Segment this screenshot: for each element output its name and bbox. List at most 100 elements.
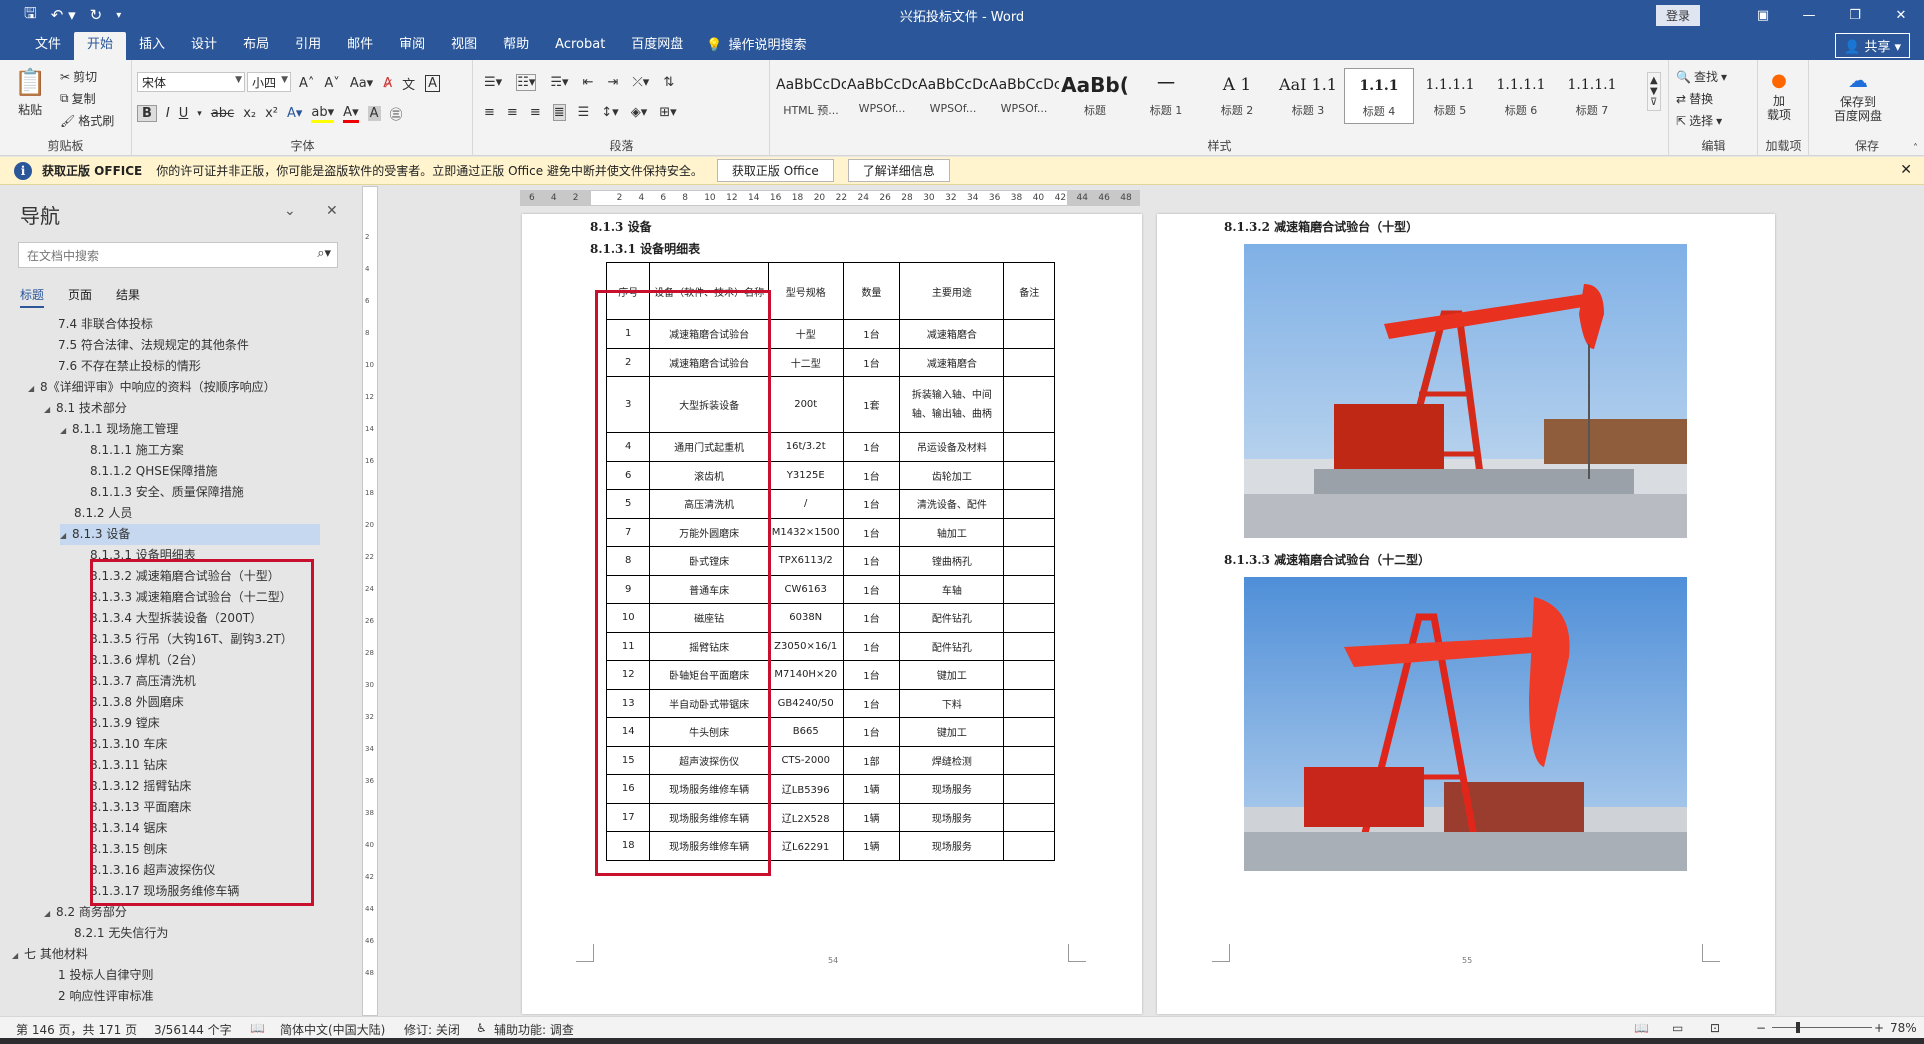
increase-indent-icon[interactable]: ⇥: [607, 75, 618, 90]
page-count[interactable]: 第 146 页，共 171 页: [16, 1021, 137, 1038]
enclose-characters-icon[interactable]: ㊂: [390, 104, 403, 123]
tab-mailings[interactable]: 邮件: [334, 32, 386, 60]
nav-heading-item[interactable]: 8.1.1.1 施工方案: [90, 440, 184, 461]
borders-icon[interactable]: ⊞▾: [659, 105, 676, 120]
font-color-icon[interactable]: A▾: [343, 105, 359, 123]
strikethrough-icon[interactable]: abc: [211, 106, 234, 121]
style-item[interactable]: 1.1.1.1 标题 6: [1486, 68, 1556, 124]
select-button[interactable]: ⇱ 选择 ▾: [1676, 112, 1722, 129]
superscript-icon[interactable]: x²: [265, 106, 278, 121]
undo-icon[interactable]: ↶ ▾: [51, 6, 76, 24]
nav-heading-item[interactable]: 8.2.1 无失信行为: [74, 923, 168, 944]
nav-heading-item[interactable]: 8.1.2 人员: [74, 503, 132, 524]
proofing-icon[interactable]: 📖: [250, 1021, 265, 1035]
read-mode-icon[interactable]: 📖: [1634, 1021, 1649, 1035]
copy-button[interactable]: ⧉ 复制: [60, 90, 96, 107]
accessibility-status[interactable]: 辅助功能: 调查: [494, 1021, 574, 1038]
justify-icon[interactable]: ≣: [552, 104, 566, 121]
format-painter-button[interactable]: 🖌 格式刷: [60, 112, 114, 129]
minimize-icon[interactable]: —: [1786, 8, 1832, 23]
customize-qat-icon[interactable]: ▾: [116, 10, 121, 21]
expand-triangle-icon[interactable]: ◢: [60, 420, 72, 441]
get-genuine-office-button[interactable]: 获取正版 Office: [716, 159, 834, 182]
chevron-down-icon[interactable]: ⌄: [284, 203, 296, 219]
tab-acrobat[interactable]: Acrobat: [542, 32, 618, 60]
nav-heading-item[interactable]: 8.1.1.3 安全、质量保障措施: [90, 482, 244, 503]
character-border-icon[interactable]: A: [425, 75, 441, 92]
tab-insert[interactable]: 插入: [126, 32, 178, 60]
styles-more-icon[interactable]: ▲ ▼ ⊽: [1647, 72, 1661, 111]
nav-heading-item[interactable]: 7.5 符合法律、法规规定的其他条件: [58, 335, 249, 356]
clear-formatting-icon[interactable]: A̷: [383, 76, 392, 91]
nav-tab-headings[interactable]: 标题: [20, 286, 45, 308]
print-layout-icon[interactable]: ▭: [1672, 1021, 1683, 1035]
tab-file[interactable]: 文件: [22, 32, 74, 60]
style-item[interactable]: AaI 1.1 标题 3: [1273, 68, 1343, 124]
tab-home[interactable]: 开始: [74, 32, 127, 60]
italic-icon[interactable]: I: [166, 106, 170, 121]
expand-triangle-icon[interactable]: ◢: [44, 399, 56, 420]
tab-baidu-netdisk[interactable]: 百度网盘: [618, 32, 696, 60]
zoom-slider[interactable]: [1772, 1027, 1872, 1028]
align-right-icon[interactable]: ≡: [530, 105, 541, 120]
zoom-out-icon[interactable]: −: [1756, 1021, 1766, 1035]
learn-more-button[interactable]: 了解详细信息: [847, 159, 950, 182]
close-icon[interactable]: ✕: [1900, 162, 1912, 178]
decrease-indent-icon[interactable]: ⇤: [583, 75, 594, 90]
nav-search-input[interactable]: 在文档中搜索 ⌕▾: [18, 242, 338, 268]
replace-button[interactable]: ⇄ 替换: [1676, 90, 1713, 107]
nav-heading-item[interactable]: ◢ 8.1 技术部分: [44, 398, 127, 419]
bullets-icon[interactable]: ☰▾: [484, 75, 502, 90]
bold-icon[interactable]: B: [137, 105, 157, 122]
align-left-icon[interactable]: ≡: [484, 105, 495, 120]
restore-icon[interactable]: ❐: [1832, 8, 1878, 23]
login-button[interactable]: 登录: [1655, 4, 1700, 26]
tell-me-search[interactable]: 💡 操作说明搜索: [696, 32, 816, 60]
phonetic-guide-icon[interactable]: 文: [402, 74, 415, 93]
font-name-combo[interactable]: 宋体 ▼: [137, 72, 245, 92]
tab-design[interactable]: 设计: [178, 32, 230, 60]
expand-triangle-icon[interactable]: ◢: [44, 903, 56, 924]
style-item[interactable]: 1.1.1.1 标题 7: [1557, 68, 1627, 124]
font-size-combo[interactable]: 小四 ▼: [247, 72, 291, 92]
share-button[interactable]: 👤 共享 ▾: [1834, 33, 1910, 58]
zoom-level[interactable]: 78%: [1890, 1021, 1917, 1035]
asian-layout-icon[interactable]: ⤫▾: [632, 75, 649, 90]
search-icon[interactable]: ⌕▾: [317, 246, 331, 261]
collapse-ribbon-icon[interactable]: ˄: [1913, 143, 1918, 154]
multilevel-list-icon[interactable]: ☴▾: [550, 75, 568, 90]
style-item[interactable]: A 1 标题 2: [1202, 68, 1272, 124]
change-case-icon[interactable]: Aa▾: [350, 76, 373, 91]
style-item-selected[interactable]: 1.1.1 标题 4: [1344, 68, 1414, 124]
sort-icon[interactable]: ⇅: [663, 75, 674, 90]
style-item[interactable]: AaBb(标题: [1060, 68, 1130, 124]
underline-dropdown-icon[interactable]: ▾: [197, 109, 202, 119]
grow-font-icon[interactable]: A˄: [299, 76, 314, 91]
close-window-icon[interactable]: ✕: [1878, 8, 1924, 23]
subscript-icon[interactable]: x₂: [243, 106, 256, 121]
nav-tab-results[interactable]: 结果: [116, 286, 140, 308]
character-shading-icon[interactable]: A: [367, 106, 381, 121]
word-count[interactable]: 3/56144 个字: [154, 1021, 232, 1038]
track-changes-status[interactable]: 修订: 关闭: [404, 1021, 460, 1038]
save-to-netdisk-button[interactable]: ☁ 保存到 百度网盘: [1834, 68, 1882, 123]
web-layout-icon[interactable]: ⊡: [1710, 1021, 1720, 1035]
nav-heading-item[interactable]: 2 响应性评审标准: [58, 986, 153, 1007]
nav-heading-item[interactable]: 7.6 不存在禁止投标的情形: [58, 356, 201, 377]
numbering-icon[interactable]: ☷▾: [516, 74, 537, 91]
shading-icon[interactable]: ◈▾: [631, 105, 648, 120]
align-center-icon[interactable]: ≡: [507, 105, 518, 120]
style-item[interactable]: AaBbCcDc WPSOf...: [918, 68, 988, 124]
nav-heading-item[interactable]: ◢ 8.1.1 现场施工管理: [60, 419, 178, 440]
style-item[interactable]: AaBbCcDc WPSOf...: [847, 68, 917, 124]
tab-help[interactable]: 帮助: [490, 32, 542, 60]
tab-references[interactable]: 引用: [282, 32, 334, 60]
close-icon[interactable]: ✕: [326, 203, 338, 219]
distributed-icon[interactable]: ☰: [578, 105, 590, 120]
paste-button[interactable]: 📋 粘贴: [14, 68, 46, 118]
language-status[interactable]: 简体中文(中国大陆): [280, 1021, 385, 1038]
redo-icon[interactable]: ↻: [90, 6, 103, 24]
nav-heading-item[interactable]: ◢ 七 其他材料: [12, 944, 88, 965]
underline-icon[interactable]: U: [179, 106, 189, 121]
nav-heading-item[interactable]: ◢ 8《详细评审》中响应的资料（按顺序响应）: [28, 377, 276, 398]
